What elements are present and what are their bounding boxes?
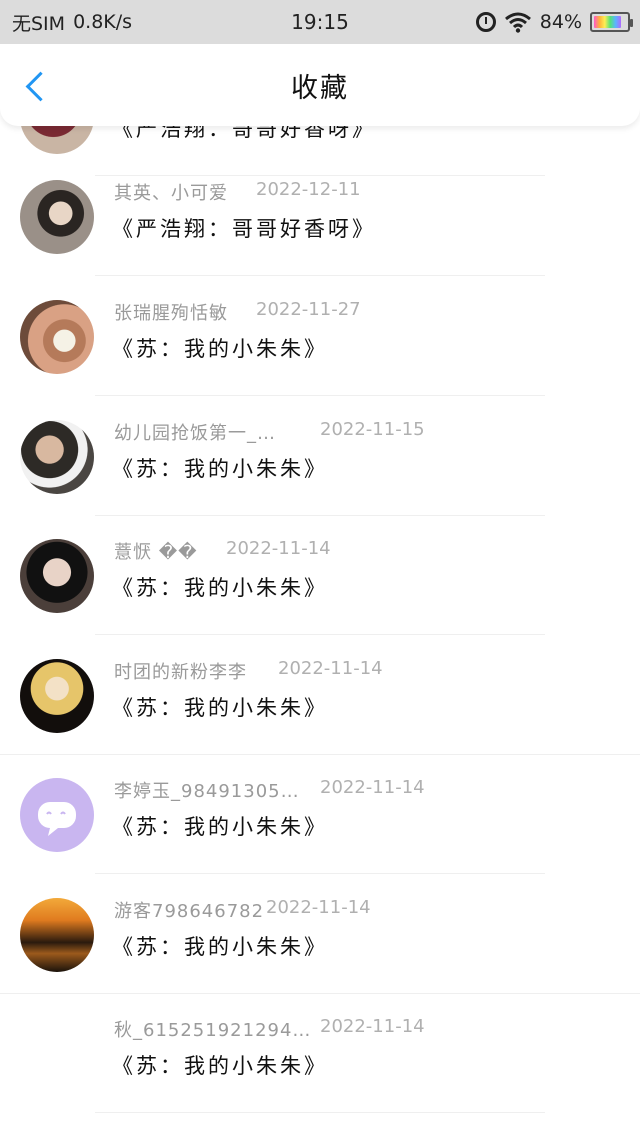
favorite-title[interactable]: 《苏：我的小朱朱》 bbox=[112, 572, 328, 602]
item-meta: 秋_615251921294… 2022-11-14 bbox=[114, 1016, 425, 1042]
post-date: 2022-11-14 bbox=[320, 777, 425, 798]
avatar[interactable] bbox=[20, 1017, 94, 1091]
back-button[interactable] bbox=[20, 68, 50, 104]
favorite-item[interactable]: 幼儿园抢饭第一_… 2022-11-15 《苏：我的小朱朱》 bbox=[0, 397, 640, 516]
user-name[interactable]: 李婷玉_98491305… bbox=[114, 777, 300, 803]
avatar[interactable] bbox=[20, 778, 94, 852]
item-meta: 时团的新粉李李 2022-11-14 bbox=[114, 658, 383, 684]
user-name[interactable]: 时团的新粉李李 bbox=[114, 658, 247, 684]
avatar[interactable] bbox=[20, 180, 94, 254]
item-meta: 薏恹 �� 2022-11-14 bbox=[114, 538, 331, 564]
header: 收藏 bbox=[0, 44, 640, 126]
avatar[interactable] bbox=[20, 659, 94, 733]
user-name[interactable]: 幼儿园抢饭第一_… bbox=[114, 419, 276, 445]
network-speed: 0.8K/s bbox=[73, 11, 133, 33]
favorite-title[interactable]: 《苏：我的小朱朱》 bbox=[112, 931, 328, 961]
favorite-item[interactable]: 薏恹 �� 2022-11-14 《苏：我的小朱朱》 bbox=[0, 516, 640, 635]
user-name[interactable]: 薏恹 �� bbox=[114, 538, 198, 564]
post-date: 2022-12-11 bbox=[256, 179, 361, 200]
favorite-item[interactable]: 李婷玉_98491305… 2022-11-14 《苏：我的小朱朱》 bbox=[0, 755, 640, 874]
user-name[interactable]: 张瑞腥殉恬敏 bbox=[114, 299, 228, 325]
wifi-icon bbox=[504, 12, 531, 33]
avatar[interactable] bbox=[20, 420, 94, 494]
item-meta: 游客798646782 2022-11-14 bbox=[114, 897, 371, 923]
item-meta: 张瑞腥殉恬敏 2022-11-27 bbox=[114, 299, 361, 325]
favorite-title[interactable]: 《严浩翔：哥哥好香呀》 bbox=[112, 213, 376, 243]
user-name[interactable]: 秋_615251921294… bbox=[114, 1016, 311, 1042]
favorite-item[interactable]: 秋_615251921294… 2022-11-14 《苏：我的小朱朱》 bbox=[0, 994, 640, 1113]
item-meta: 幼儿园抢饭第一_… 2022-11-15 bbox=[114, 419, 425, 445]
item-meta: 李婷玉_98491305… 2022-11-14 bbox=[114, 777, 425, 803]
row-divider bbox=[95, 634, 545, 635]
favorite-item[interactable]: 张瑞腥殉恬敏 2022-11-27 《苏：我的小朱朱》 bbox=[0, 277, 640, 396]
status-right: 84% bbox=[475, 11, 633, 33]
post-date: 2022-11-14 bbox=[226, 538, 331, 559]
carrier-label: 无SIM bbox=[12, 12, 66, 35]
battery-icon bbox=[590, 12, 633, 32]
chat-bubble-icon bbox=[38, 802, 76, 836]
favorite-title[interactable]: 《苏：我的小朱朱》 bbox=[112, 333, 328, 363]
favorite-title[interactable]: 《苏：我的小朱朱》 bbox=[112, 453, 328, 483]
row-divider bbox=[95, 395, 545, 396]
avatar[interactable] bbox=[20, 300, 94, 374]
battery-percent: 84% bbox=[539, 11, 582, 33]
user-name[interactable]: 游客798646782 bbox=[114, 897, 264, 923]
post-date: 2022-11-27 bbox=[256, 299, 361, 320]
favorite-item[interactable]: 其英、小可爱 2022-12-11 《严浩翔：哥哥好香呀》 bbox=[0, 157, 640, 276]
favorite-item[interactable]: 时团的新粉李李 2022-11-14 《苏：我的小朱朱》 bbox=[0, 636, 640, 755]
status-bar: 无SIM 0.8K/s 19:15 84% bbox=[0, 0, 640, 44]
avatar[interactable] bbox=[20, 539, 94, 613]
row-divider bbox=[95, 873, 545, 874]
avatar[interactable] bbox=[20, 898, 94, 972]
post-date: 2022-11-14 bbox=[320, 1016, 425, 1037]
post-date: 2022-11-14 bbox=[278, 658, 383, 679]
page-title: 收藏 bbox=[291, 72, 349, 104]
post-date: 2022-11-15 bbox=[320, 419, 425, 440]
battery-fill bbox=[594, 16, 621, 28]
favorite-item[interactable]: 游客798646782 2022-11-14 《苏：我的小朱朱》 bbox=[0, 875, 640, 994]
user-name[interactable]: 其英、小可爱 bbox=[114, 179, 228, 205]
favorite-title[interactable]: 《苏：我的小朱朱》 bbox=[112, 1050, 328, 1080]
item-meta: 其英、小可爱 2022-12-11 bbox=[114, 179, 361, 205]
status-left: 无SIM 0.8K/s bbox=[12, 9, 132, 36]
row-divider bbox=[95, 1112, 545, 1113]
post-date: 2022-11-14 bbox=[266, 897, 371, 918]
row-divider bbox=[95, 275, 545, 276]
alarm-icon bbox=[475, 12, 496, 32]
favorite-title[interactable]: 《苏：我的小朱朱》 bbox=[112, 811, 328, 841]
favorite-title[interactable]: 《苏：我的小朱朱》 bbox=[112, 692, 328, 722]
